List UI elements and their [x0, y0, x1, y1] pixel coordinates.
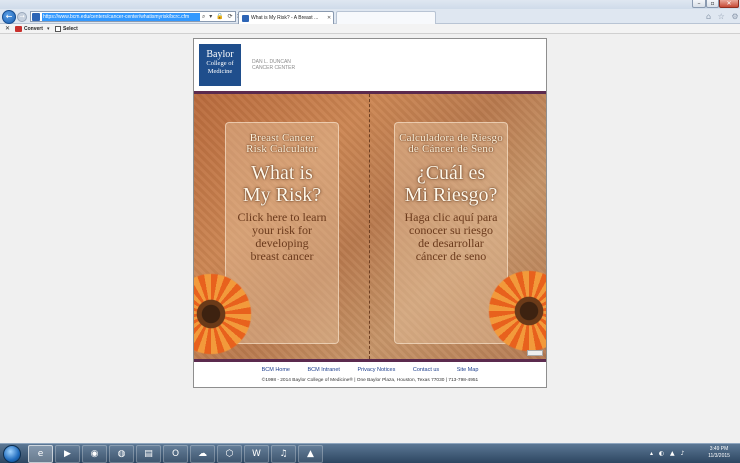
taskbar-outlook-icon[interactable]: O [163, 445, 188, 463]
command-bar: ✕ Convert ▾ Select [0, 24, 740, 34]
taskbar-onedrive-icon[interactable]: ☁ [190, 445, 215, 463]
footer-divider [194, 359, 546, 362]
window-title-bar: – ▫ ✕ [0, 0, 740, 9]
chevron-down-icon[interactable]: ▾ [47, 24, 50, 34]
maximize-button[interactable]: ▫ [706, 0, 719, 8]
taskbar-app-icon[interactable]: ⬡ [217, 445, 242, 463]
baylor-logo[interactable]: Baylor College of Medicine [199, 44, 241, 86]
footer-link-site-map[interactable]: Site Map [457, 367, 479, 373]
spanish-question: ¿Cuál es Mi Riesgo? [404, 162, 498, 206]
taskbar: e ▶ ◉ ◍ ▤ O ☁ ⬡ W ♫ ▲ ▴ ◐ ▲ ♪ 3:49 PM 11… [0, 443, 740, 463]
risk-calculator-banner: Breast Cancer Risk Calculator What is My… [194, 94, 546, 359]
system-tray-icons[interactable]: ▴ ◐ ▲ ♪ [650, 444, 686, 463]
footer-link-bcm-home[interactable]: BCM Home [262, 367, 290, 373]
home-favorites-settings-icons[interactable]: ⌂ ☆ ⚙ [706, 11, 740, 22]
convert-button[interactable]: Convert [24, 24, 43, 34]
taskbar-explorer-icon[interactable]: ▤ [136, 445, 161, 463]
close-window-button[interactable]: ✕ [719, 0, 739, 8]
spanish-heading: Calculadora de Riesgo de Cáncer de Seno [399, 132, 503, 155]
tab-close-icon[interactable]: ✕ [327, 14, 331, 22]
cancer-center-name: DAN L. DUNCAN CANCER CENTER [252, 59, 296, 71]
badge-icon [527, 350, 543, 356]
select-icon[interactable] [55, 26, 61, 32]
taskbar-ie-icon[interactable]: e [28, 445, 53, 463]
taskbar-media-icon[interactable]: ▶ [55, 445, 80, 463]
taskbar-word-icon[interactable]: W [244, 445, 269, 463]
back-button[interactable]: ← [2, 10, 16, 24]
browser-nav-bar: ← → https://www.bcm.edu/centers/cancer-c… [0, 9, 740, 24]
footer-links: BCM Home BCM Intranet Privacy Notices Co… [194, 366, 546, 374]
footer-link-privacy-notices[interactable]: Privacy Notices [357, 367, 395, 373]
start-button[interactable] [3, 445, 21, 463]
new-tab-area[interactable] [336, 11, 436, 24]
close-toolbar-icon[interactable]: ✕ [5, 24, 10, 34]
select-button[interactable]: Select [63, 24, 78, 34]
footer-link-bcm-intranet[interactable]: BCM Intranet [308, 367, 340, 373]
taskbar-chrome-icon[interactable]: ◉ [82, 445, 107, 463]
footer-link-contact-us[interactable]: Contact us [413, 367, 439, 373]
tab-favicon-icon [242, 15, 249, 22]
tab-label: What is My Risk? - A Breast ... [251, 15, 319, 21]
english-heading: Breast Cancer Risk Calculator [246, 132, 318, 155]
web-page: Baylor College of Medicine DAN L. DUNCAN… [193, 38, 547, 388]
forward-button[interactable]: → [17, 12, 27, 22]
taskbar-firefox-icon[interactable]: ◍ [109, 445, 134, 463]
tab-what-is-my-risk[interactable]: What is My Risk? - A Breast ... ✕ [238, 11, 334, 24]
english-cta: Click here to learn your risk for develo… [237, 210, 327, 263]
minimize-button[interactable]: – [692, 0, 706, 8]
english-question: What is My Risk? [242, 162, 322, 206]
copyright-text: ©1998 - 2014 Baylor College of Medicine®… [261, 378, 479, 383]
address-tools-icons[interactable]: ⌕ ▾ 🔒 ⟳ ✕ [202, 12, 243, 21]
clock[interactable]: 3:49 PM 11/3/2015 [702, 446, 736, 460]
taskbar-itunes-icon[interactable]: ♫ [271, 445, 296, 463]
taskbar-acrobat-icon[interactable]: ▲ [298, 445, 323, 463]
spanish-cta: Haga clic aquí para conocer su riesgo de… [404, 210, 498, 263]
page-icon [32, 13, 40, 21]
address-input[interactable]: https://www.bcm.edu/centers/cancer-cente… [42, 13, 200, 21]
banner-divider [369, 94, 370, 359]
pdf-convert-icon[interactable] [15, 26, 22, 32]
address-bar[interactable]: https://www.bcm.edu/centers/cancer-cente… [30, 11, 242, 22]
